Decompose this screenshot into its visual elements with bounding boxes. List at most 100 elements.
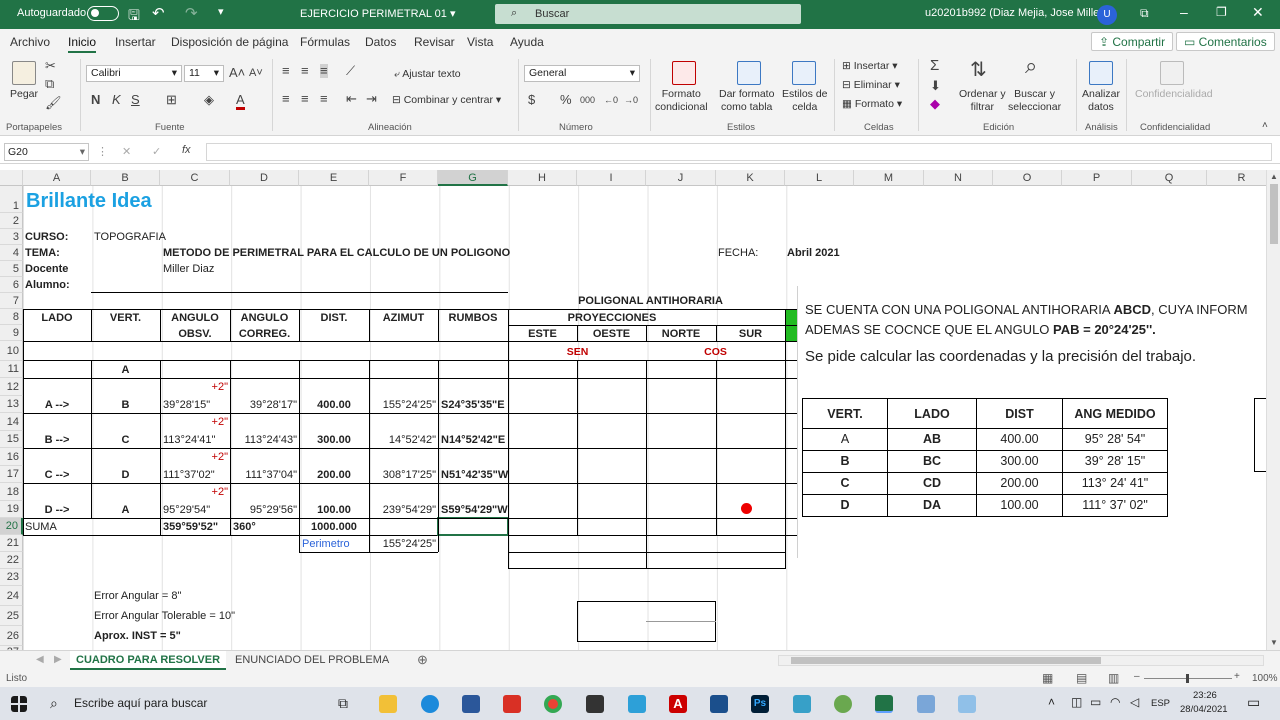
minimize-icon[interactable]: –	[1180, 4, 1188, 20]
page-layout-icon[interactable]: ▤	[1076, 671, 1087, 685]
bold-icon[interactable]: N	[91, 93, 100, 107]
delete-cells-button[interactable]: ⊟ Eliminar ▾	[842, 79, 900, 92]
autosave-toggle[interactable]	[87, 6, 119, 21]
row-header-8[interactable]: 8	[0, 309, 23, 325]
col-header-r[interactable]: R	[1207, 170, 1266, 186]
merge-center-button[interactable]: ⊟ Combinar y centrar ▾	[392, 94, 501, 107]
start-icon[interactable]	[11, 696, 27, 712]
font-name-select[interactable]: Calibri ▾	[86, 65, 182, 82]
selected-cell-g20[interactable]	[437, 517, 509, 536]
revit-icon[interactable]	[710, 695, 728, 713]
excel-icon[interactable]	[875, 695, 893, 713]
autosum-icon[interactable]: Σ	[930, 58, 939, 73]
grow-font-icon[interactable]: A˄	[229, 66, 245, 80]
zoom-thumb[interactable]	[1186, 674, 1189, 683]
italic-icon[interactable]: K	[112, 93, 121, 107]
tab-datos[interactable]: Datos	[365, 35, 396, 49]
col-header-e[interactable]: E	[299, 170, 369, 186]
row-header-11[interactable]: 11	[0, 361, 23, 378]
cell-styles-label[interactable]: Estilos de celda	[782, 88, 828, 114]
sheet-tab-enunciado[interactable]: ENUNCIADO DEL PROBLEMA	[229, 651, 395, 670]
problem-statement-image[interactable]: SE CUENTA CON UNA POLIGONAL ANTIHORARIA …	[797, 286, 1267, 558]
row-header-24[interactable]: 24	[0, 586, 23, 606]
col-header-m[interactable]: M	[854, 170, 924, 186]
close-icon[interactable]: ✕	[1252, 4, 1264, 21]
add-sheet-icon[interactable]: ⊕	[417, 652, 428, 668]
share-button[interactable]: ⇪ Compartir	[1091, 32, 1174, 51]
number-format-select[interactable]: General ▾	[524, 65, 640, 82]
sensitivity-icon[interactable]	[1160, 61, 1184, 85]
col-header-p[interactable]: P	[1062, 170, 1132, 186]
col-header-j[interactable]: J	[646, 170, 716, 186]
fill-color-icon[interactable]: ◈	[204, 93, 214, 107]
app-icon-c[interactable]	[628, 695, 646, 713]
paste-label[interactable]: Pegar	[10, 88, 38, 101]
align-middle-icon[interactable]: ≡	[301, 64, 309, 78]
scroll-thumb[interactable]	[1270, 184, 1278, 244]
analyze-data-icon[interactable]	[1089, 61, 1113, 85]
scroll-up-icon[interactable]: ▲	[1270, 172, 1278, 181]
tab-revisar[interactable]: Revisar	[414, 35, 455, 49]
battery-icon[interactable]: ▭	[1090, 695, 1101, 709]
row-header-23[interactable]: 23	[0, 569, 23, 586]
app-icon-window[interactable]	[958, 695, 976, 713]
edge-icon[interactable]	[421, 695, 439, 713]
row-header-9[interactable]: 9	[0, 325, 23, 341]
clock-time[interactable]: 23:26	[1193, 690, 1217, 701]
cell-styles-icon[interactable]	[792, 61, 816, 85]
app-icon-green[interactable]	[834, 695, 852, 713]
align-right-icon[interactable]: ≡	[320, 92, 328, 106]
row-header-16[interactable]: 16	[0, 448, 23, 466]
col-header-b[interactable]: B	[91, 170, 160, 186]
vertical-scrollbar[interactable]: ▲ ▼	[1266, 170, 1280, 650]
language-indicator[interactable]: ESP	[1151, 698, 1170, 709]
row-header-6[interactable]: 6	[0, 277, 23, 293]
format-table-icon[interactable]	[737, 61, 761, 85]
font-color-icon[interactable]: A	[236, 93, 245, 110]
taskbar-search[interactable]: Escribe aquí para buscar	[74, 696, 207, 710]
increase-decimal-icon[interactable]: ←0	[604, 93, 618, 107]
row-header-1[interactable]: 1	[0, 186, 23, 213]
save-icon[interactable]: 🖫	[128, 5, 140, 29]
col-header-i[interactable]: I	[577, 170, 646, 186]
decrease-decimal-icon[interactable]: →0	[624, 93, 638, 107]
row-header-21[interactable]: 21	[0, 535, 23, 552]
col-header-k[interactable]: K	[716, 170, 785, 186]
tab-vista[interactable]: Vista	[467, 35, 493, 49]
tray-up-icon[interactable]: ˄	[1048, 695, 1055, 709]
recorder-icon[interactable]	[586, 695, 604, 713]
name-box[interactable]: G20 ▾	[4, 143, 89, 161]
cancel-icon[interactable]: ✕	[122, 145, 131, 158]
sheet-tab-cuadro[interactable]: CUADRO PARA RESOLVER	[70, 651, 227, 670]
taskbar-search-icon[interactable]: ⌕	[50, 695, 58, 712]
find-icon[interactable]: ⌕	[1025, 55, 1037, 77]
row-header-3[interactable]: 3	[0, 229, 23, 245]
next-sheet-icon[interactable]: ▶	[54, 654, 62, 665]
decrease-indent-icon[interactable]: ⇤	[346, 92, 357, 106]
col-header-f[interactable]: F	[369, 170, 438, 186]
format-cells-button[interactable]: ▦ Formato ▾	[842, 98, 902, 111]
row-header-18[interactable]: 18	[0, 483, 23, 501]
redo-icon[interactable]: ↷	[185, 4, 198, 22]
tab-disposicion[interactable]: Disposición de página	[171, 35, 288, 49]
col-header-l[interactable]: L	[785, 170, 854, 186]
col-header-o[interactable]: O	[993, 170, 1062, 186]
row-header-2[interactable]: 2	[0, 213, 23, 229]
percent-icon[interactable]: %	[560, 93, 572, 107]
col-header-q[interactable]: Q	[1132, 170, 1207, 186]
row-header-25[interactable]: 25	[0, 606, 23, 626]
normal-view-icon[interactable]: ▦	[1042, 671, 1053, 685]
task-view-icon[interactable]: ⧉	[338, 695, 348, 712]
align-bottom-icon[interactable]: ≡	[320, 64, 328, 78]
zoom-in-icon[interactable]: +	[1234, 671, 1240, 682]
paste-icon[interactable]	[12, 61, 36, 85]
orientation-icon[interactable]: ⟋	[346, 64, 355, 78]
autocad-icon[interactable]: A	[669, 695, 687, 713]
row-header-4[interactable]: 4	[0, 245, 23, 261]
tray-app-icon[interactable]: ◫	[1071, 695, 1082, 709]
volume-icon[interactable]: ◁	[1130, 695, 1139, 709]
comments-button[interactable]: ▭ Comentarios	[1176, 32, 1275, 51]
page-break-icon[interactable]: ▥	[1108, 671, 1119, 685]
tab-ayuda[interactable]: Ayuda	[510, 35, 544, 49]
fill-icon[interactable]: ⬇	[930, 79, 941, 93]
